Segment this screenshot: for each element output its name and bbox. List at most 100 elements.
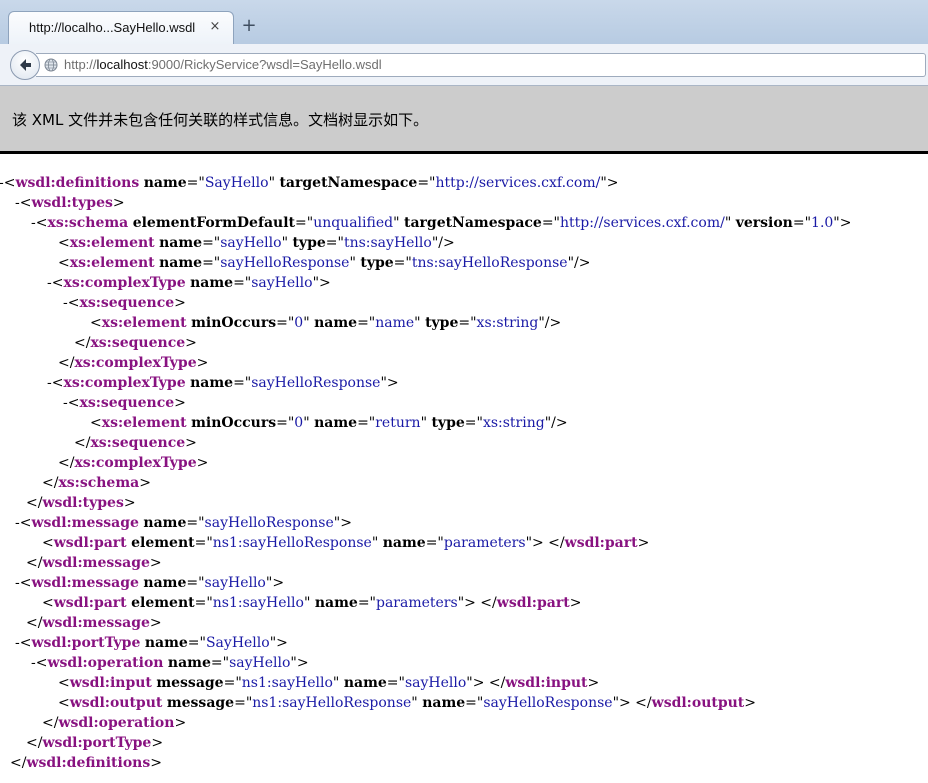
xml-punctuation: </ bbox=[26, 555, 43, 571]
xml-tag-name: xs:element bbox=[69, 235, 155, 251]
xml-attribute-name: name bbox=[382, 535, 426, 551]
xml-line: -<wsdl:types> bbox=[15, 193, 125, 213]
xml-line: </wsdl:portType> bbox=[26, 733, 163, 753]
xml-punctuation: =" bbox=[792, 215, 812, 231]
xml-tag-name: xs:sequence bbox=[79, 395, 175, 411]
xml-punctuation: " bbox=[268, 175, 280, 191]
xml-punctuation: =" bbox=[393, 255, 412, 271]
xml-punctuation: =" bbox=[202, 255, 221, 271]
xml-punctuation: =" bbox=[210, 655, 230, 671]
xml-tag-name: wsdl:part bbox=[53, 595, 127, 611]
xml-punctuation: =" bbox=[186, 175, 205, 191]
xml-tag-name: wsdl:part bbox=[564, 535, 638, 551]
xml-attribute-value: http://services.cxf.com/ bbox=[560, 215, 725, 231]
xml-attribute-name: name bbox=[159, 235, 203, 251]
xml-line: -<wsdl:message name="sayHello"> bbox=[15, 573, 284, 593]
xml-tag-name: wsdl:input bbox=[69, 675, 152, 691]
xml-punctuation: =" bbox=[357, 415, 376, 431]
xml-line: <xs:element name="sayHelloResponse" type… bbox=[58, 253, 590, 273]
xml-punctuation: < bbox=[58, 255, 70, 271]
xml-punctuation: < bbox=[67, 295, 80, 311]
xml-punctuation: "> </ bbox=[525, 535, 565, 551]
xml-punctuation: =" bbox=[186, 575, 205, 591]
xml-punctuation: < bbox=[58, 235, 70, 251]
xml-attribute-name: name bbox=[422, 695, 466, 711]
xml-punctuation: =" bbox=[386, 675, 405, 691]
xml-attribute-name: minOccurs bbox=[191, 415, 277, 431]
xml-line: </wsdl:message> bbox=[26, 553, 162, 573]
xml-punctuation: =" bbox=[295, 215, 314, 231]
xml-tag-name: wsdl:part bbox=[53, 535, 127, 551]
xml-attribute-value: tns:sayHelloResponse bbox=[411, 255, 568, 271]
xml-punctuation: > bbox=[174, 715, 187, 731]
xml-line: -<xs:complexType name="sayHello"> bbox=[47, 273, 331, 293]
xml-tag-name: wsdl:output bbox=[651, 695, 745, 711]
xml-punctuation: > bbox=[637, 535, 650, 551]
xml-attribute-name: message bbox=[156, 675, 224, 691]
xml-punctuation: > bbox=[744, 695, 757, 711]
url-scheme: http:// bbox=[64, 57, 97, 72]
xml-attribute-name: name bbox=[167, 655, 211, 671]
new-tab-icon[interactable]: + bbox=[240, 17, 258, 35]
xml-attribute-name: type bbox=[292, 235, 326, 251]
xml-tag-name: xs:schema bbox=[58, 475, 140, 491]
address-bar[interactable]: http://localhost:9000/RickyService?wsdl=… bbox=[36, 53, 926, 77]
xml-punctuation: =" bbox=[276, 315, 295, 331]
tab-close-icon[interactable]: × bbox=[207, 19, 223, 35]
xml-tag-name: wsdl:types bbox=[31, 195, 113, 211]
navigation-bar: http://localhost:9000/RickyService?wsdl=… bbox=[0, 44, 928, 86]
xml-punctuation: </ bbox=[26, 495, 43, 511]
xml-punctuation: < bbox=[3, 175, 16, 191]
xml-punctuation: > bbox=[569, 595, 582, 611]
xml-punctuation: </ bbox=[42, 475, 59, 491]
xml-punctuation: =" bbox=[464, 415, 483, 431]
xml-punctuation: =" bbox=[458, 315, 477, 331]
xml-attribute-name: minOccurs bbox=[191, 315, 277, 331]
xml-line: -<xs:sequence> bbox=[63, 393, 186, 413]
xml-punctuation: < bbox=[90, 315, 102, 331]
back-arrow-icon bbox=[20, 59, 31, 71]
xml-punctuation: < bbox=[35, 215, 48, 231]
xml-punctuation: < bbox=[58, 695, 70, 711]
xml-attribute-value: xs:string bbox=[482, 415, 545, 431]
xml-attribute-value: http://services.cxf.com/ bbox=[435, 175, 601, 191]
xml-punctuation: > bbox=[185, 435, 197, 451]
xml-attribute-name: name bbox=[343, 675, 387, 691]
xml-punctuation: "> </ bbox=[612, 695, 652, 711]
xml-line: <wsdl:part element="ns1:sayHello" name="… bbox=[42, 593, 581, 613]
xml-punctuation: =" bbox=[541, 215, 560, 231]
xml-punctuation: =" bbox=[357, 595, 376, 611]
url-path: :9000/RickyService?wsdl=SayHello.wsdl bbox=[147, 57, 382, 72]
xml-tag-name: xs:complexType bbox=[74, 455, 197, 471]
xml-attribute-name: name bbox=[190, 275, 234, 291]
xml-punctuation: </ bbox=[58, 355, 75, 371]
xml-punctuation: </ bbox=[74, 335, 91, 351]
xml-tag-name: wsdl:part bbox=[496, 595, 570, 611]
xml-attribute-name: name bbox=[143, 175, 187, 191]
xml-punctuation: "> bbox=[833, 215, 852, 231]
xml-punctuation: "> bbox=[333, 515, 352, 531]
xml-tag-name: xs:element bbox=[101, 415, 187, 431]
xml-punctuation: > bbox=[149, 555, 162, 571]
xml-punctuation: =" bbox=[186, 515, 205, 531]
back-button[interactable] bbox=[10, 50, 40, 80]
browser-tab[interactable]: http://localho...SayHello.wsdl × bbox=[8, 11, 234, 44]
xml-attribute-value: SayHello bbox=[204, 175, 269, 191]
xml-punctuation: < bbox=[51, 375, 64, 391]
xml-attribute-name: element bbox=[131, 595, 195, 611]
xml-punctuation: =" bbox=[465, 695, 484, 711]
xml-attribute-value: xs:string bbox=[476, 315, 539, 331]
xml-tag-name: wsdl:message bbox=[31, 515, 139, 531]
xml-line: -<wsdl:portType name="SayHello"> bbox=[15, 633, 288, 653]
xml-punctuation: "> bbox=[600, 175, 619, 191]
xml-attribute-value: ns1:sayHello bbox=[212, 595, 304, 611]
xml-punctuation: "> bbox=[269, 635, 288, 651]
xml-punctuation: > bbox=[123, 495, 136, 511]
xml-tag-name: xs:sequence bbox=[90, 435, 186, 451]
xml-punctuation: =" bbox=[233, 275, 252, 291]
xml-attribute-name: name bbox=[190, 375, 234, 391]
xml-punctuation: </ bbox=[58, 455, 75, 471]
xml-punctuation: </ bbox=[10, 755, 27, 771]
xml-attribute-value: ns1:sayHelloResponse bbox=[252, 695, 412, 711]
xml-attribute-value: sayHelloResponse bbox=[483, 695, 613, 711]
